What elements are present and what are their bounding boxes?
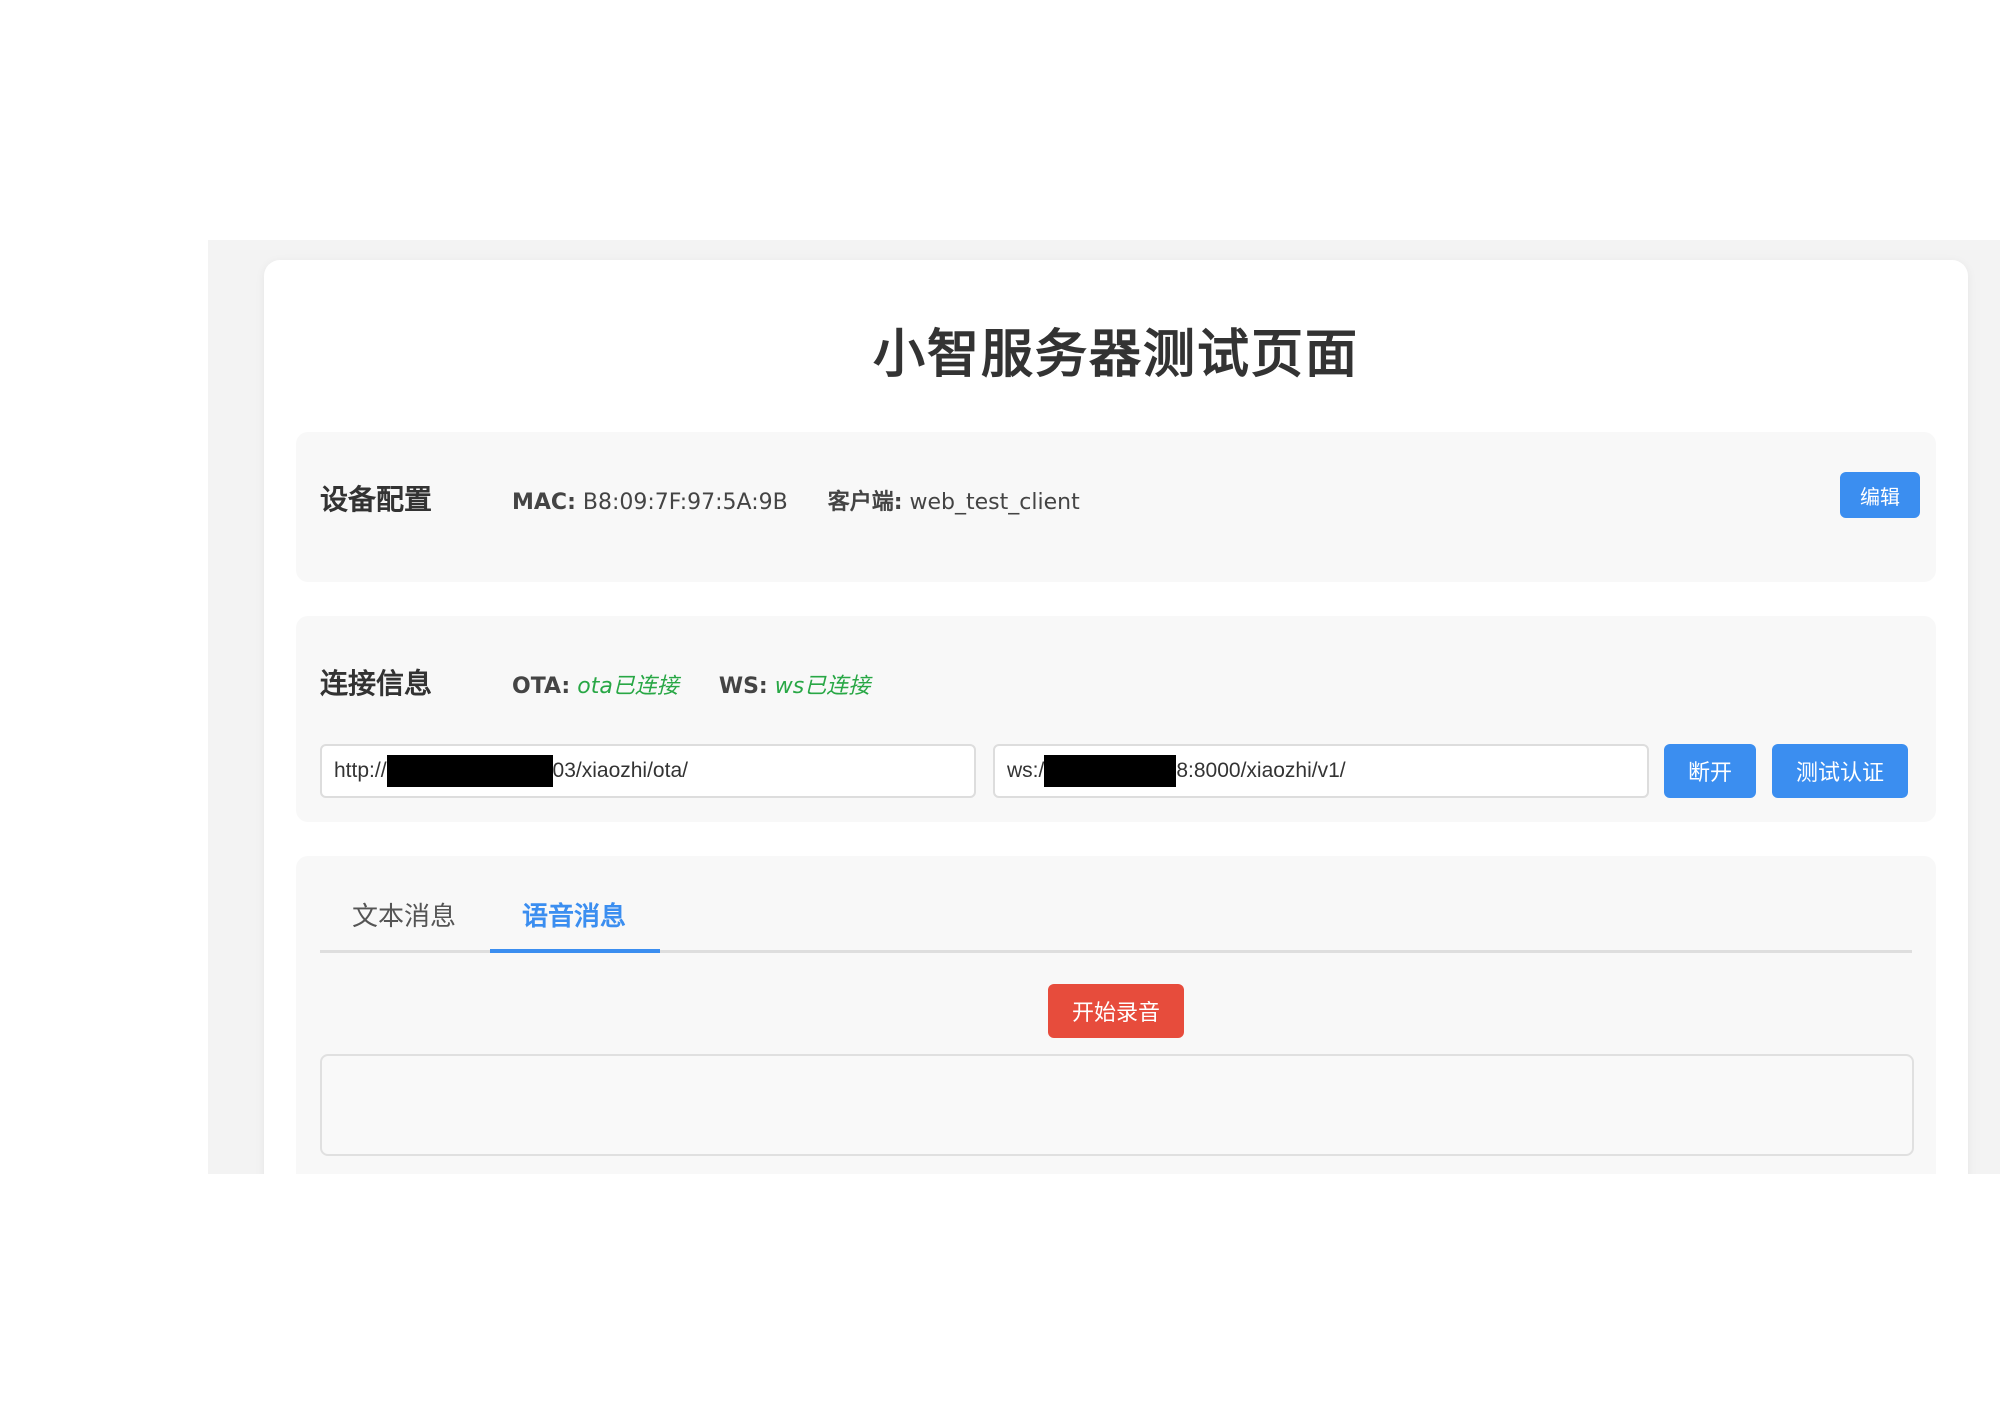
ws-url-input[interactable]: ws:/ 8:8000/xiaozhi/v1/ xyxy=(993,744,1649,798)
main-card: 小智服务器测试页面 设备配置 MAC: B8:09:7F:97:5A:9B 客户… xyxy=(264,260,1968,1174)
ws-url-suffix: 8:8000/xiaozhi/v1/ xyxy=(1176,759,1346,782)
connection-status: OTA: ota已连接 WS: ws已连接 xyxy=(512,668,870,700)
page-title: 小智服务器测试页面 xyxy=(872,325,1359,385)
messages-panel: 文本消息 语音消息 开始录音 xyxy=(296,856,1936,1174)
client-label: 客户端: xyxy=(827,490,903,515)
ota-status: ota已连接 xyxy=(577,674,679,699)
disconnect-button[interactable]: 断开 xyxy=(1664,744,1756,798)
device-info: MAC: B8:09:7F:97:5A:9B 客户端: web_test_cli… xyxy=(512,484,1080,516)
tab-text-message[interactable]: 文本消息 xyxy=(352,896,456,933)
start-recording-button[interactable]: 开始录音 xyxy=(1048,984,1184,1038)
ota-url-suffix: 03/xiaozhi/ota/ xyxy=(552,759,688,782)
redacted-block xyxy=(1044,755,1177,787)
ota-label: OTA: xyxy=(512,674,571,699)
active-tab-underline xyxy=(490,949,660,953)
ws-status: ws已连接 xyxy=(774,674,871,699)
test-auth-button[interactable]: 测试认证 xyxy=(1772,744,1908,798)
edit-button[interactable]: 编辑 xyxy=(1840,472,1920,518)
mac-value: B8:09:7F:97:5A:9B xyxy=(582,490,788,515)
device-config-panel: 设备配置 MAC: B8:09:7F:97:5A:9B 客户端: web_tes… xyxy=(296,432,1936,582)
voice-output-area xyxy=(320,1054,1914,1156)
device-config-title: 设备配置 xyxy=(320,483,433,516)
ws-label: WS: xyxy=(718,674,768,699)
ota-url-input[interactable]: http:// 03/xiaozhi/ota/ xyxy=(320,744,976,798)
ws-url-prefix: ws:/ xyxy=(1007,759,1045,782)
message-tabs: 文本消息 语音消息 xyxy=(320,856,1912,953)
tab-voice-message[interactable]: 语音消息 xyxy=(522,896,626,933)
redacted-block xyxy=(386,755,553,787)
ota-url-prefix: http:// xyxy=(334,759,387,782)
browser-viewport: 小智服务器测试页面 设备配置 MAC: B8:09:7F:97:5A:9B 客户… xyxy=(208,240,2000,1174)
client-value: web_test_client xyxy=(909,490,1080,515)
mac-label: MAC: xyxy=(512,490,576,515)
connection-panel: 连接信息 OTA: ota已连接 WS: ws已连接 http:// 03/xi… xyxy=(296,616,1936,822)
connection-title: 连接信息 xyxy=(320,667,433,700)
